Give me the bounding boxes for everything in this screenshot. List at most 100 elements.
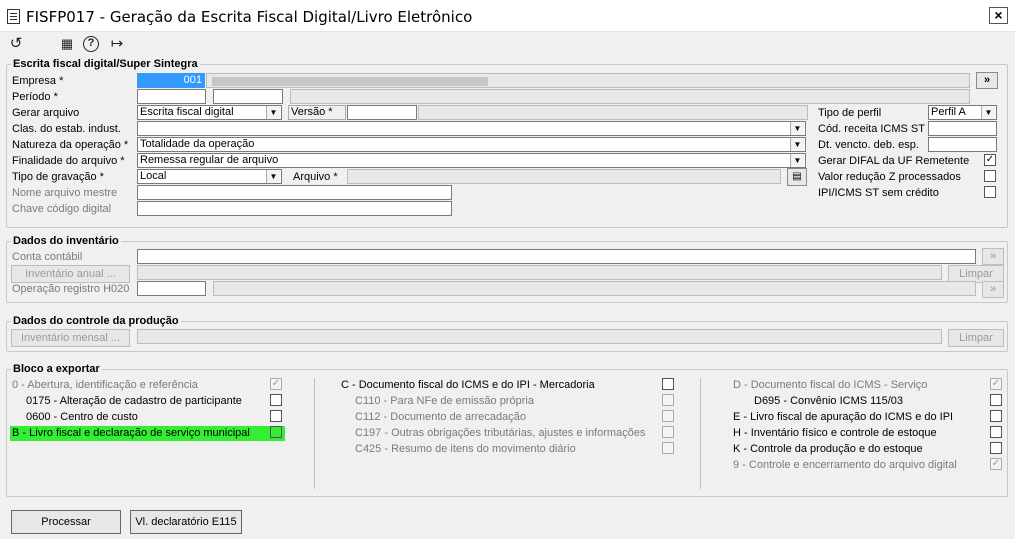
- versao-label: Versão *: [288, 105, 346, 120]
- gerar-arquivo-dropdown-icon[interactable]: ▼: [266, 106, 280, 119]
- gerar-arquivo-value: Escrita fiscal digital: [140, 106, 234, 118]
- ipi-icms-checkbox[interactable]: [984, 186, 996, 198]
- tipo-gravacao-value: Local: [140, 170, 167, 182]
- conta-lookup-button[interactable]: »: [982, 248, 1004, 265]
- limpar-producao-button[interactable]: Limpar: [948, 329, 1004, 347]
- natureza-label: Natureza da operação *: [12, 139, 129, 151]
- bloco-h-checkbox[interactable]: [990, 426, 1002, 438]
- bloco-e-checkbox[interactable]: [990, 410, 1002, 422]
- bloco-c-label: C - Documento fiscal do ICMS e do IPI - …: [341, 379, 595, 391]
- valor-reducao-label: Valor redução Z processados: [818, 171, 961, 183]
- bloco-9-checkbox[interactable]: ✓: [990, 458, 1002, 470]
- nome-mestre-input[interactable]: [137, 185, 452, 200]
- bloco-d695-label: D695 - Convênio ICMS 115/03: [754, 395, 903, 407]
- natureza-value: Totalidade da operação: [140, 138, 255, 150]
- bloco-0175-checkbox[interactable]: [270, 394, 282, 406]
- operacao-h020-input[interactable]: [137, 281, 206, 296]
- gerar-arquivo-label: Gerar arquivo: [12, 107, 80, 119]
- finalidade-label: Finalidade do arquivo *: [12, 155, 125, 167]
- bloco-e-label: E - Livro fiscal de apuração do ICMS e d…: [733, 411, 954, 423]
- finalidade-dropdown-icon[interactable]: ▼: [790, 154, 804, 167]
- bloco-9-label: 9 - Controle e encerramento do arquivo d…: [733, 459, 957, 471]
- bloco-c110-label: C110 - Para NFe de emissão própria: [355, 395, 534, 407]
- bloco-k-checkbox[interactable]: [990, 442, 1002, 454]
- periodo-label: Período *: [12, 91, 58, 103]
- cod-receita-input[interactable]: [928, 121, 997, 136]
- processar-button[interactable]: Processar: [11, 510, 121, 534]
- bloco-0600-checkbox[interactable]: [270, 410, 282, 422]
- empresa-lookup-button[interactable]: »: [976, 72, 998, 89]
- gerar-difal-checkbox[interactable]: ✓: [984, 154, 996, 166]
- help-icon[interactable]: ?: [83, 36, 99, 52]
- bloco-c-checkbox[interactable]: [662, 378, 674, 390]
- finalidade-select[interactable]: Remessa regular de arquivo: [137, 153, 806, 168]
- calendar-icon[interactable]: ▦: [58, 35, 76, 53]
- finalidade-value: Remessa regular de arquivo: [140, 154, 279, 166]
- versao-input[interactable]: [347, 105, 417, 120]
- clas-estab-select[interactable]: [137, 121, 806, 136]
- tipo-perfil-dropdown-icon[interactable]: ▼: [981, 106, 995, 119]
- versao-description-field: [418, 105, 808, 120]
- tipo-gravacao-dropdown-icon[interactable]: ▼: [266, 170, 280, 183]
- chave-codigo-input[interactable]: [137, 201, 452, 216]
- inventario-mensal-field: [137, 329, 942, 344]
- clas-estab-dropdown-icon[interactable]: ▼: [790, 122, 804, 135]
- gerar-arquivo-select[interactable]: Escrita fiscal digital: [137, 105, 282, 120]
- operacao-h020-description: [213, 281, 976, 296]
- bloco-c112-checkbox[interactable]: [662, 410, 674, 422]
- redacted-company-name: [212, 77, 488, 86]
- inventario-anual-button[interactable]: Inventário anual ...: [11, 265, 130, 283]
- cod-receita-label: Cód. receita ICMS ST: [818, 123, 925, 135]
- undo-icon[interactable]: ↺: [7, 35, 25, 53]
- tipo-perfil-value: Perfil A: [931, 106, 966, 118]
- chave-codigo-label: Chave código digital: [12, 203, 112, 215]
- tipo-gravacao-select[interactable]: Local: [137, 169, 282, 184]
- producao-group-title: Dados do controle da produção: [11, 315, 181, 327]
- conta-contabil-label: Conta contábil: [12, 251, 83, 263]
- bloco-d695-checkbox[interactable]: [990, 394, 1002, 406]
- bloco-c110-checkbox[interactable]: [662, 394, 674, 406]
- close-button[interactable]: ×: [989, 7, 1008, 24]
- inventario-mensal-button[interactable]: Inventário mensal ...: [11, 329, 130, 347]
- bloco-d-label: D - Documento fiscal do ICMS - Serviço: [733, 379, 928, 391]
- operacao-lookup-button[interactable]: »: [982, 281, 1004, 298]
- bloco-0-checkbox[interactable]: ✓: [270, 378, 282, 390]
- conta-contabil-input[interactable]: [137, 249, 976, 264]
- bloco-0-label: 0 - Abertura, identificação e referência: [12, 379, 198, 391]
- operacao-h020-label: Operação registro H020: [12, 283, 130, 295]
- dt-vencto-input[interactable]: [928, 137, 997, 152]
- bloco-b-checkbox[interactable]: [270, 426, 282, 438]
- valor-reducao-checkbox[interactable]: [984, 170, 996, 182]
- exit-icon[interactable]: ↦: [108, 35, 126, 53]
- periodo-start-input[interactable]: [137, 89, 206, 104]
- arquivo-input: [347, 169, 781, 184]
- file-browse-icon[interactable]: ▤: [787, 168, 807, 186]
- bloco-k-label: K - Controle da produção e do estoque: [733, 443, 923, 455]
- bloco-c112-label: C112 - Documento de arrecadação: [355, 411, 527, 423]
- inventario-anual-field: [137, 265, 942, 280]
- column-separator: [700, 378, 701, 489]
- inventario-group-title: Dados do inventário: [11, 235, 121, 247]
- gerar-difal-label: Gerar DIFAL da UF Remetente: [818, 155, 970, 167]
- bloco-c197-checkbox[interactable]: [662, 426, 674, 438]
- natureza-select[interactable]: Totalidade da operação: [137, 137, 806, 152]
- sped-group-title: Escrita fiscal digital/Super Sintegra: [11, 58, 200, 70]
- ipi-icms-label: IPI/ICMS ST sem crédito: [818, 187, 939, 199]
- empresa-input[interactable]: 001: [137, 73, 205, 88]
- clas-estab-label: Clas. do estab. indust.: [12, 123, 121, 135]
- bloco-group-title: Bloco a exportar: [11, 363, 102, 375]
- periodo-end-input[interactable]: [213, 89, 283, 104]
- tipo-perfil-label: Tipo de perfil: [818, 107, 882, 119]
- natureza-dropdown-icon[interactable]: ▼: [790, 138, 804, 151]
- tipo-gravacao-label: Tipo de gravação *: [12, 171, 104, 183]
- window-title: FISFP017 - Geração da Escrita Fiscal Dig…: [26, 8, 473, 26]
- periodo-description-field: [290, 89, 970, 104]
- bloco-0600-label: 0600 - Centro de custo: [26, 411, 138, 423]
- bloco-d-checkbox[interactable]: ✓: [990, 378, 1002, 390]
- bloco-b-label: B - Livro fiscal e declaração de serviço…: [12, 427, 250, 439]
- bloco-c425-checkbox[interactable]: [662, 442, 674, 454]
- vl-declaratorio-button[interactable]: Vl. declaratório E115: [130, 510, 242, 534]
- column-separator: [314, 378, 315, 489]
- empresa-label: Empresa *: [12, 75, 64, 87]
- nome-mestre-label: Nome arquivo mestre: [12, 187, 118, 199]
